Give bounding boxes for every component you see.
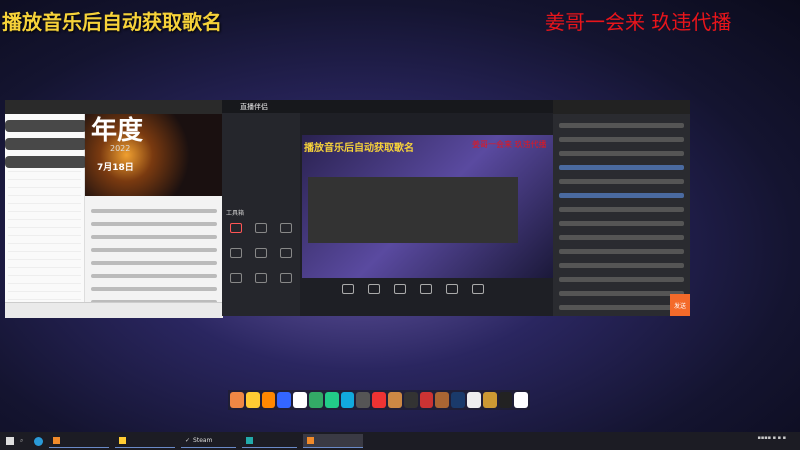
tool-icon[interactable] (230, 273, 242, 283)
app-icon[interactable] (419, 392, 434, 408)
app-icon[interactable] (308, 392, 323, 408)
tool-icon[interactable] (230, 248, 242, 258)
control-button[interactable] (368, 284, 380, 294)
taskbar-item[interactable] (303, 434, 363, 448)
send-button[interactable]: 发送 (670, 294, 690, 316)
control-button[interactable] (420, 284, 432, 294)
chat-messages (85, 200, 223, 304)
live-companion-window: 直播伴侣 工具箱 播放音乐后自动获取歌名 姜哥一会来 玖违代播 (222, 100, 555, 316)
nested-preview (308, 177, 518, 243)
tool-icon[interactable] (280, 273, 292, 283)
control-button[interactable] (342, 284, 354, 294)
taskbar-item-steam[interactable]: ✓ Steam (181, 434, 236, 448)
bottom-toolbar[interactable] (5, 302, 223, 318)
app-dock (228, 390, 530, 410)
app-icon[interactable] (387, 392, 402, 408)
search-icon[interactable]: ⌕ (20, 437, 28, 445)
steam-icon: ✓ (185, 437, 191, 444)
app-icon[interactable] (451, 392, 465, 408)
app-icon[interactable] (482, 392, 497, 408)
tool-icon[interactable] (255, 223, 267, 233)
app-icon[interactable] (498, 392, 513, 408)
taskbar-item[interactable] (242, 434, 297, 448)
tool-icon[interactable] (280, 223, 292, 233)
app-icon[interactable] (230, 392, 244, 408)
windows-start-icon[interactable] (6, 437, 14, 445)
enter-notice (5, 138, 87, 150)
control-buttons (342, 284, 484, 294)
app-icon[interactable] (403, 392, 418, 408)
app-icon[interactable] (372, 392, 386, 408)
app-icon[interactable] (261, 392, 276, 408)
banner-year: 2022 (110, 144, 131, 153)
app-icon[interactable] (293, 392, 307, 408)
danmaku-window: 发送 (553, 100, 690, 316)
control-button[interactable] (446, 284, 458, 294)
edge-icon[interactable] (34, 436, 43, 446)
banner-date: 7月18日 (97, 163, 134, 173)
app-icon[interactable] (435, 392, 450, 408)
tool-icon[interactable] (255, 273, 267, 283)
toolbox-label: 工具箱 (226, 210, 245, 217)
preview-overlay-title: 播放音乐后自动获取歌名 (304, 143, 414, 154)
enter-notice (5, 120, 87, 132)
overlay-song-title: 播放音乐后自动获取歌名 (2, 10, 222, 34)
tool-icon[interactable] (230, 223, 242, 233)
app-icon[interactable] (356, 392, 371, 408)
system-tray[interactable]: ▪▪▪▪ ▪ ▪ ▪ (758, 435, 787, 441)
enter-notice (5, 156, 87, 168)
banner-title: 年度 (91, 116, 144, 146)
stream-preview[interactable]: 播放音乐后自动获取歌名 姜哥一会来 玖违代播 (302, 135, 555, 278)
app-icon[interactable] (466, 392, 481, 408)
scene-sidebar[interactable]: 工具箱 (222, 113, 300, 316)
control-button[interactable] (472, 284, 484, 294)
app-icon[interactable] (340, 392, 355, 408)
app-icon[interactable] (324, 392, 339, 408)
taskbar-item[interactable] (115, 434, 175, 448)
overlay-status-text: 姜哥一会来 玖违代播 (545, 10, 732, 34)
live-room-window: 年度 2022 7月18日 (5, 100, 223, 318)
tool-icon[interactable] (280, 248, 292, 258)
app-icon[interactable] (514, 392, 529, 408)
app-name: 直播伴侣 (240, 102, 268, 111)
app-icon[interactable] (245, 392, 260, 408)
app-icon[interactable] (277, 392, 292, 408)
control-button[interactable] (394, 284, 406, 294)
taskbar-item[interactable] (49, 434, 109, 448)
preview-overlay-status: 姜哥一会来 玖违代播 (472, 140, 547, 149)
taskbar: ⌕ ✓ Steam ▪▪▪▪ ▪ ▪ ▪ (0, 432, 800, 450)
tool-icon[interactable] (255, 248, 267, 258)
